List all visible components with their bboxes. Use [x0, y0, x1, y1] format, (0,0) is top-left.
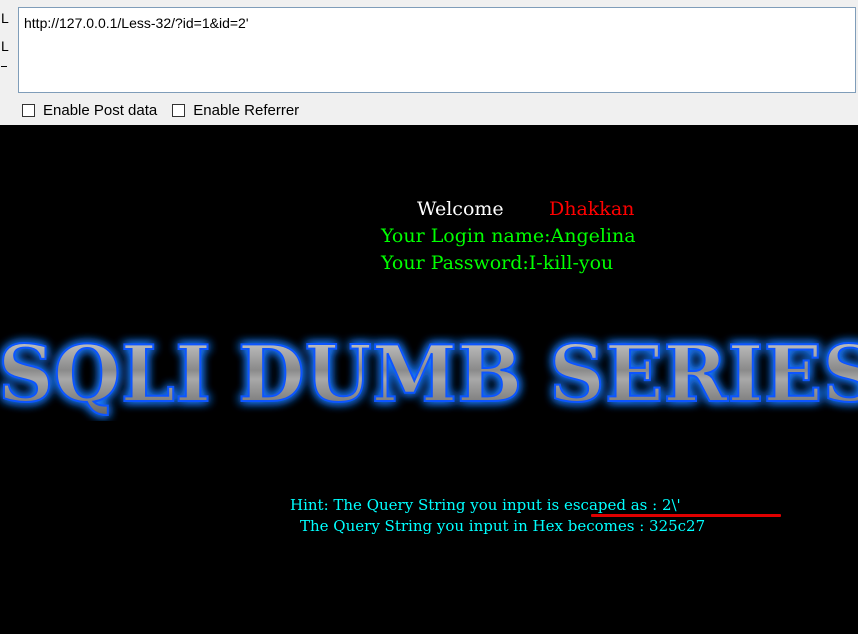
url-input[interactable] — [24, 13, 844, 33]
enable-post-label: Enable Post data — [43, 101, 158, 119]
enable-referrer-option[interactable]: Enable Referrer — [172, 102, 299, 119]
login-name-text: Your Login name:Angelina — [381, 225, 636, 247]
url-textarea[interactable] — [18, 7, 856, 93]
side-label-dash — [1, 66, 7, 67]
enable-post-checkbox[interactable] — [22, 103, 35, 117]
hex-text: The Query String you input in Hex become… — [300, 517, 706, 535]
side-label-split-url[interactable]: L — [1, 38, 9, 54]
welcome-word: Welcome — [417, 198, 504, 220]
enable-post-option[interactable]: Enable Post data — [22, 102, 157, 119]
hackbar-toolbar: L L Enable Post data Enable Referrer — [0, 0, 858, 126]
side-labels: L L — [0, 0, 18, 95]
sqli-dumb-series-banner: SQLI DUMB SERIES — [0, 329, 858, 421]
enable-referrer-label: Enable Referrer — [193, 101, 300, 119]
page-content: Welcome Dhakkan Your Login name:Angelina… — [0, 125, 858, 634]
password-text: Your Password:I-kill-you — [381, 252, 614, 274]
enable-referrer-checkbox[interactable] — [172, 103, 186, 117]
banner-text: SQLI DUMB SERIES — [0, 329, 858, 420]
hint-text: Hint: The Query String you input is esca… — [290, 496, 681, 514]
welcome-name: Dhakkan — [549, 198, 635, 220]
side-label-load-url[interactable]: L — [1, 10, 9, 26]
options-row: Enable Post data Enable Referrer — [22, 100, 314, 120]
